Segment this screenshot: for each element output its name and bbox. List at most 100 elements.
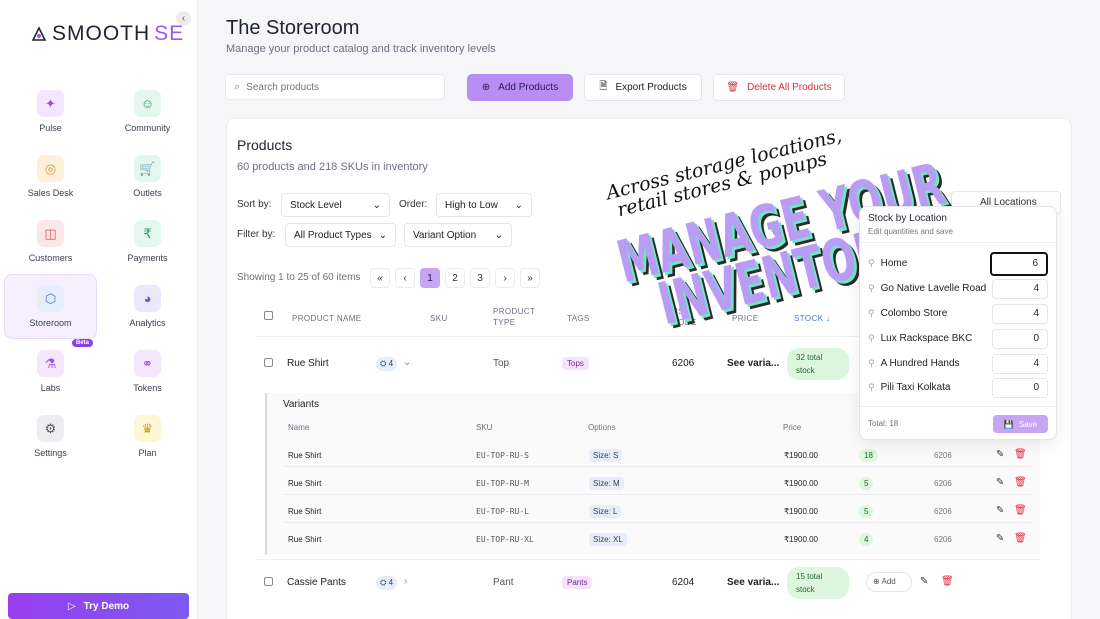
sidebar: SMOOTH SE ‹ ✦ Pulse ☺ Community ◎ Sales Desk 🛒 O…	[0, 0, 198, 619]
document-icon: 🗎	[599, 81, 608, 92]
variant-option-select[interactable]: Variant Option ⌄	[404, 223, 512, 247]
sidebar-item-customers[interactable]: ◫ Customers	[4, 209, 97, 274]
trash-icon[interactable]: 🗑	[941, 576, 954, 587]
prev-page-button[interactable]: ‹	[395, 268, 415, 288]
popover-title: Stock by Location	[868, 213, 947, 224]
quantity-input[interactable]: 0	[992, 378, 1048, 398]
location-row: ⚲ Go Native Lavelle Road	[868, 283, 986, 294]
stock-pill[interactable]: 15 total stock	[787, 567, 849, 599]
trash-icon[interactable]: 🗑	[1014, 477, 1027, 488]
select-all-checkbox[interactable]	[264, 311, 273, 320]
add-products-button[interactable]: ⊕ Add Products	[467, 74, 573, 101]
export-products-button[interactable]: 🗎 Export Products	[584, 74, 702, 101]
variant-name: Rue Shirt	[288, 451, 322, 460]
add-products-label: Add Products	[498, 82, 559, 93]
location-name: Colombo Store	[880, 308, 948, 319]
rupee-icon: ₹	[134, 220, 161, 247]
divider	[283, 466, 1033, 467]
variant-col-options: Options	[588, 423, 616, 432]
box-icon: ⛭	[380, 578, 387, 587]
sidebar-item-label: Sales Desk	[27, 188, 74, 198]
cart-icon: 🛒	[134, 155, 161, 182]
try-demo-button[interactable]: ▷ Try Demo	[8, 593, 189, 619]
divider	[860, 406, 1056, 407]
expand-chevron-icon[interactable]: ⌄	[403, 357, 411, 368]
coins-icon: ◎	[37, 155, 64, 182]
order-select[interactable]: High to Low ⌄	[436, 193, 532, 217]
price[interactable]: See varia...	[727, 577, 779, 588]
last-page-button[interactable]: »	[520, 268, 540, 288]
brand-logo[interactable]: SMOOTH SE	[30, 22, 184, 46]
page-3-button[interactable]: 3	[470, 268, 490, 288]
sku-count-badge[interactable]: ⛭ 4	[376, 576, 398, 590]
product-name[interactable]: Cassie Pants	[287, 577, 346, 588]
col-stock-label: STOCK	[794, 314, 824, 323]
sidebar-item-labs[interactable]: ⚗ Labs Beta	[4, 339, 97, 404]
map-pin-icon: ⚲	[868, 283, 875, 293]
sidebar-item-label: Plan	[138, 448, 157, 458]
divider	[256, 559, 1040, 560]
price[interactable]: See varia...	[727, 358, 779, 369]
variant-stock[interactable]: 18	[859, 449, 878, 462]
save-label: Save	[1018, 419, 1038, 429]
stock-pill[interactable]: 32 total stock	[787, 348, 849, 380]
first-page-button[interactable]: «	[370, 268, 390, 288]
page-2-button[interactable]: 2	[445, 268, 465, 288]
sku-count-badge[interactable]: ⛭ 4	[376, 357, 398, 371]
sidebar-item-settings[interactable]: ⚙ Settings	[4, 404, 97, 469]
sort-select[interactable]: Stock Level ⌄	[281, 193, 390, 217]
page-subtitle: Manage your product catalog and track in…	[226, 43, 496, 55]
col-stock[interactable]: STOCK ↓	[794, 313, 830, 324]
search-input[interactable]	[246, 81, 427, 93]
page-1-button[interactable]: 1	[420, 268, 440, 288]
edit-icon[interactable]: ✎	[996, 533, 1004, 544]
sidebar-item-outlets[interactable]: 🛒 Outlets	[101, 144, 194, 209]
sidebar-item-tokens[interactable]: ⚭ Tokens	[101, 339, 194, 404]
quantity-input[interactable]: 4	[992, 354, 1048, 374]
edit-icon[interactable]: ✎	[996, 477, 1004, 488]
tokens-icon: ⚭	[134, 350, 161, 377]
order-value: High to Low	[445, 199, 498, 211]
sidebar-item-plan[interactable]: ♛ Plan	[101, 404, 194, 469]
delete-all-products-button[interactable]: 🗑 Delete All Products	[713, 74, 845, 101]
collapse-sidebar-button[interactable]: ‹	[176, 11, 191, 26]
sidebar-item-payments[interactable]: ₹ Payments	[101, 209, 194, 274]
product-type-select[interactable]: All Product Types ⌄	[285, 223, 396, 247]
trash-icon[interactable]: 🗑	[1014, 533, 1027, 544]
col-sku[interactable]: SKU	[430, 313, 448, 324]
map-pin-icon: ⚲	[868, 258, 875, 268]
variant-col-name: Name	[288, 423, 310, 432]
col-tags[interactable]: TAGS	[567, 313, 590, 324]
quantity-input[interactable]: 4	[992, 304, 1048, 324]
variant-name: Rue Shirt	[288, 507, 322, 516]
col-product-name[interactable]: PRODUCT NAME	[292, 313, 362, 324]
trash-icon[interactable]: 🗑	[1014, 449, 1027, 460]
row-checkbox[interactable]	[264, 577, 273, 586]
quantity-input[interactable]: 0	[992, 329, 1048, 349]
products-summary: 60 products and 218 SKUs in inventory	[237, 161, 428, 173]
product-name[interactable]: Rue Shirt	[287, 358, 329, 369]
trash-icon[interactable]: 🗑	[1014, 505, 1027, 516]
product-tag: Pants	[562, 576, 593, 589]
variant-hsn: 6206	[934, 535, 952, 544]
product-type-value: All Product Types	[294, 229, 372, 241]
sidebar-item-analytics[interactable]: ◕ Analytics	[101, 274, 194, 339]
row-checkbox[interactable]	[264, 358, 273, 367]
sidebar-item-storeroom[interactable]: ⬡ Storeroom	[4, 274, 97, 339]
col-product-type[interactable]: PRODUCT TYPE	[493, 306, 538, 328]
box-icon: ⬡	[37, 285, 64, 312]
sidebar-item-community[interactable]: ☺ Community	[101, 79, 194, 144]
edit-icon[interactable]: ✎	[996, 505, 1004, 516]
edit-icon[interactable]: ✎	[996, 449, 1004, 460]
sidebar-item-sales-desk[interactable]: ◎ Sales Desk	[4, 144, 97, 209]
edit-icon[interactable]: ✎	[920, 576, 928, 587]
save-button[interactable]: 💾 Save	[993, 415, 1048, 433]
add-stock-button[interactable]: ⊕ Add	[866, 572, 912, 592]
next-page-button[interactable]: ›	[495, 268, 515, 288]
quantity-input[interactable]: 4	[992, 279, 1048, 299]
quantity-input[interactable]: 6	[990, 252, 1048, 276]
expand-chevron-icon[interactable]: ›	[404, 576, 407, 587]
pagination-summary: Showing 1 to 25 of 60 items	[237, 272, 361, 283]
sidebar-item-pulse[interactable]: ✦ Pulse	[4, 79, 97, 144]
search-box[interactable]: ⌕	[225, 74, 445, 100]
